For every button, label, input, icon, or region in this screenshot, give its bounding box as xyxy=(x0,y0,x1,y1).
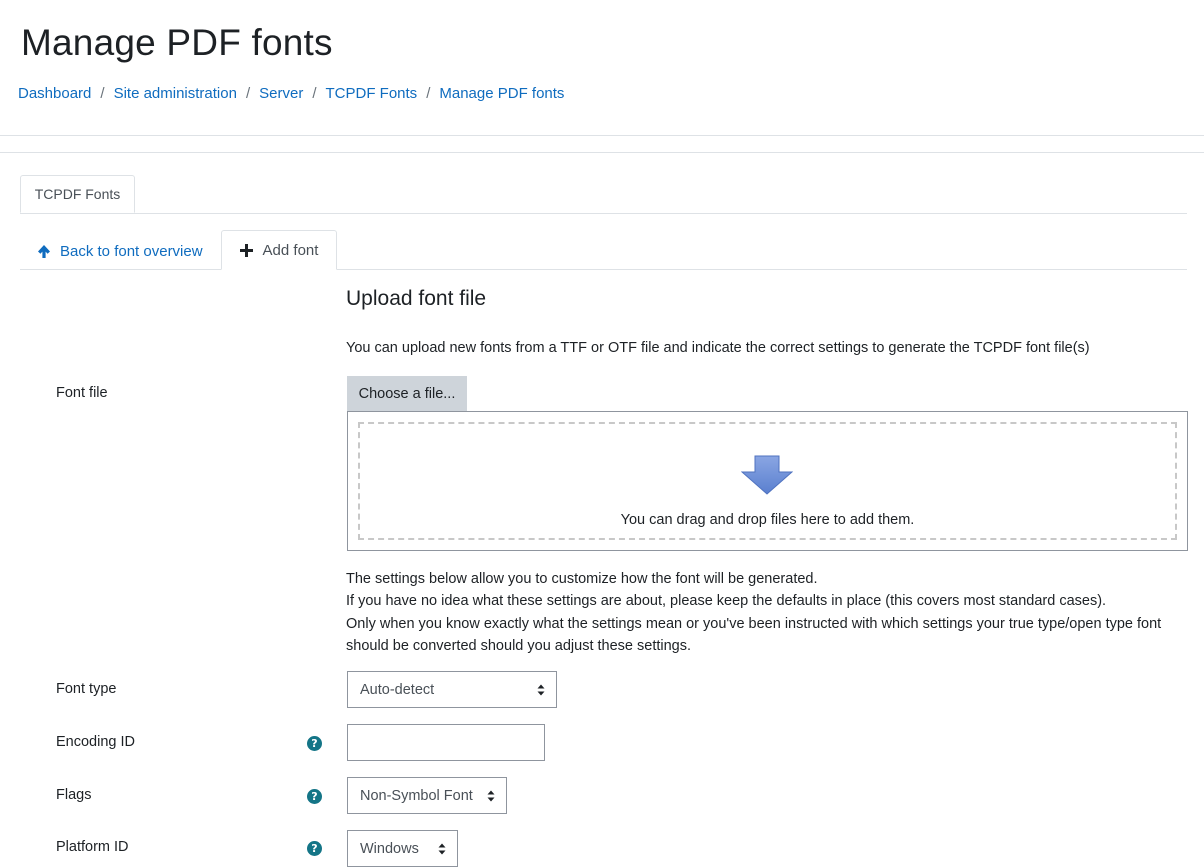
flags-select[interactable]: Non-Symbol Font xyxy=(347,777,507,814)
page-title: Manage PDF fonts xyxy=(21,22,333,63)
breadcrumb-separator: / xyxy=(426,85,431,102)
tab-add-font[interactable]: Add font xyxy=(221,230,337,270)
breadcrumb-server[interactable]: Server xyxy=(259,85,303,102)
back-link-label: Back to font overview xyxy=(60,242,203,260)
font-file-label: Font file xyxy=(56,385,108,401)
settings-notes: The settings below allow you to customiz… xyxy=(346,568,1176,657)
select-caret-icon xyxy=(537,684,545,695)
upload-intro-text: You can upload new fonts from a TTF or O… xyxy=(346,340,1090,356)
encoding-id-input[interactable] xyxy=(347,724,545,761)
breadcrumb-dashboard[interactable]: Dashboard xyxy=(18,85,91,102)
platform-id-select[interactable]: Windows xyxy=(347,830,458,867)
settings-note: Only when you know exactly what the sett… xyxy=(346,615,1162,654)
font-type-select[interactable]: Auto-detect xyxy=(347,671,557,708)
help-icon[interactable]: ? xyxy=(307,789,322,804)
upload-font-heading: Upload font file xyxy=(346,287,487,310)
help-icon[interactable]: ? xyxy=(307,736,322,751)
select-caret-icon xyxy=(487,790,495,801)
plus-icon xyxy=(239,243,253,257)
flags-label: Flags xyxy=(56,787,92,803)
select-caret-icon xyxy=(438,843,446,854)
breadcrumb-separator: / xyxy=(312,85,317,102)
breadcrumb-tcpdf-fonts[interactable]: TCPDF Fonts xyxy=(326,85,418,102)
subtabs-baseline xyxy=(20,269,1187,270)
breadcrumb-separator: / xyxy=(100,85,105,102)
breadcrumb: Dashboard / Site administration / Server… xyxy=(18,85,564,102)
platform-id-value: Windows xyxy=(360,840,419,857)
content-divider xyxy=(0,152,1204,153)
tab-tcpdf-fonts[interactable]: TCPDF Fonts xyxy=(20,175,135,213)
arrow-up-icon xyxy=(38,244,50,258)
download-arrow-icon xyxy=(741,455,793,495)
tab-add-font-label: Add font xyxy=(262,241,319,259)
choose-file-button[interactable]: Choose a file... xyxy=(347,376,467,412)
dropzone-instructions: You can drag and drop files here to add … xyxy=(620,512,915,528)
tabs-baseline xyxy=(20,213,1187,214)
font-type-label: Font type xyxy=(56,681,117,697)
breadcrumb-site-administration[interactable]: Site administration xyxy=(114,85,237,102)
help-icon[interactable]: ? xyxy=(307,841,322,856)
encoding-id-label: Encoding ID xyxy=(56,734,135,750)
flags-value: Non-Symbol Font xyxy=(360,787,473,804)
back-to-font-overview-link[interactable]: Back to font overview xyxy=(37,240,203,262)
header-divider xyxy=(0,135,1204,136)
settings-note: The settings below allow you to customiz… xyxy=(346,571,818,587)
settings-note: If you have no idea what these settings … xyxy=(346,593,1107,610)
breadcrumb-manage-pdf-fonts[interactable]: Manage PDF fonts xyxy=(439,85,564,102)
breadcrumb-separator: / xyxy=(245,85,251,102)
platform-id-label: Platform ID xyxy=(56,839,129,855)
font-type-value: Auto-detect xyxy=(360,681,435,698)
